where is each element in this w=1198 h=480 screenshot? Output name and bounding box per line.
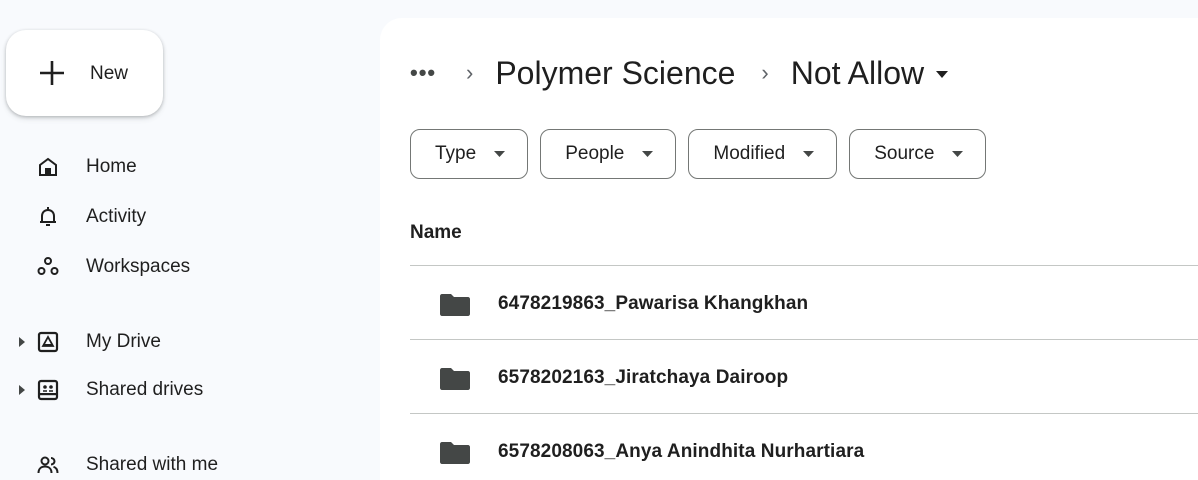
- bell-icon: [40, 207, 56, 226]
- breadcrumb: ••• › Polymer Science › Not Allow: [410, 48, 949, 98]
- breadcrumb-separator: ›: [761, 60, 769, 85]
- file-name: 6578208063_Anya Anindhita Nurhartiara: [498, 441, 865, 462]
- expand-arrow-icon[interactable]: [18, 385, 26, 395]
- filter-chip-label: Type: [435, 143, 477, 164]
- file-name: 6478219863_Pawarisa Khangkhan: [498, 293, 809, 314]
- file-list: 6478219863_Pawarisa Khangkhan 6578202163…: [410, 266, 1198, 480]
- sidebar-item-label: Shared drives: [86, 379, 204, 400]
- dropdown-caret-icon: [936, 71, 949, 78]
- filter-chip-people[interactable]: People: [540, 129, 677, 179]
- expand-arrow-icon[interactable]: [18, 337, 26, 347]
- sidebar: New Home Activity Workspaces My Drive Sh…: [0, 0, 380, 480]
- sidebar-item-label: Activity: [86, 206, 147, 227]
- file-name: 6578202163_Jiratchaya Dairoop: [498, 367, 789, 388]
- folder-icon: [440, 368, 470, 390]
- filter-chip-label: Modified: [713, 143, 786, 164]
- breadcrumb-more-button[interactable]: •••: [410, 60, 440, 86]
- breadcrumb-separator: ›: [466, 60, 474, 85]
- sidebar-item-home[interactable]: Home: [0, 147, 360, 187]
- filter-chip-modified[interactable]: Modified: [688, 129, 838, 179]
- breadcrumb-parent-link[interactable]: Polymer Science: [495, 55, 735, 92]
- sidebar-item-workspaces[interactable]: Workspaces: [0, 247, 360, 287]
- shared-drives-icon: [37, 379, 59, 401]
- dropdown-caret-icon: [952, 150, 964, 157]
- sidebar-item-my-drive[interactable]: My Drive: [0, 322, 360, 362]
- filter-chip-source[interactable]: Source: [849, 129, 987, 179]
- dropdown-caret-icon: [642, 150, 654, 157]
- dropdown-caret-icon: [494, 150, 506, 157]
- my-drive-icon: [37, 331, 59, 353]
- filter-bar: Type People Modified Source: [410, 129, 998, 179]
- filter-chip-label: People: [565, 143, 625, 164]
- sidebar-item-activity[interactable]: Activity: [0, 197, 360, 237]
- sidebar-item-label: Shared with me: [86, 454, 219, 475]
- breadcrumb-current-folder[interactable]: Not Allow: [790, 54, 949, 92]
- table-row[interactable]: 6578202163_Jiratchaya Dairoop: [410, 340, 1198, 414]
- new-button[interactable]: New: [6, 30, 163, 116]
- dropdown-caret-icon: [803, 150, 815, 157]
- folder-icon: [440, 442, 470, 464]
- new-button-label: New: [90, 63, 129, 84]
- breadcrumb-current-label: Not Allow: [790, 54, 925, 91]
- sidebar-item-label: My Drive: [86, 331, 161, 352]
- sidebar-item-shared-with-me[interactable]: Shared with me: [0, 445, 360, 480]
- table-row[interactable]: 6478219863_Pawarisa Khangkhan: [410, 266, 1198, 340]
- sidebar-item-shared-drives[interactable]: Shared drives: [0, 370, 360, 410]
- sidebar-item-label: Home: [86, 156, 137, 177]
- home-icon: [39, 157, 57, 176]
- workspaces-icon: [37, 257, 59, 275]
- main-content: ••• › Polymer Science › Not Allow Type P…: [380, 18, 1198, 480]
- plus-icon: [40, 61, 64, 85]
- folder-icon: [440, 294, 470, 316]
- shared-with-me-icon: [37, 456, 59, 474]
- table-row[interactable]: 6578208063_Anya Anindhita Nurhartiara: [410, 414, 1198, 480]
- filter-chip-type[interactable]: Type: [410, 129, 529, 179]
- filter-chip-label: Source: [874, 143, 935, 164]
- column-header-name[interactable]: Name: [410, 222, 462, 244]
- sidebar-item-label: Workspaces: [86, 256, 191, 277]
